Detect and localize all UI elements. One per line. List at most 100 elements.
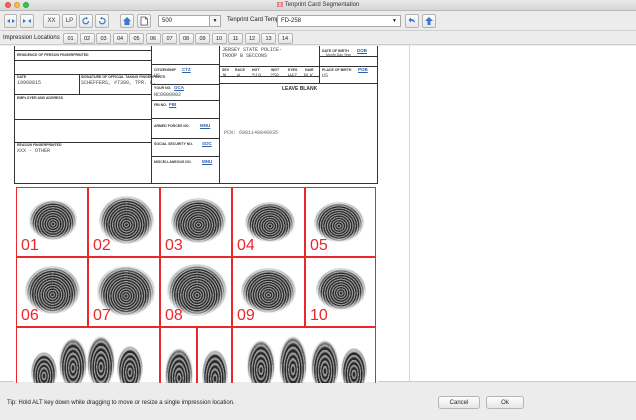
misc-label: MISCELLANEOUS NO. [154,160,192,164]
residence-label: RESIDENCE OF PERSON FINGERPRINTED [17,53,89,57]
impression-locations-label: Impression Locations [3,35,60,41]
zoom-out-button[interactable] [4,14,17,28]
agency-line-2: TROOP B SECCONS [222,53,268,59]
hgt-header: HGT [252,68,260,72]
eyes-value: HAZ [288,73,298,79]
location-button-14[interactable]: 14 [277,33,293,44]
leave-blank-label: LEAVE BLANK [282,86,318,92]
date-label: DATE [17,75,27,79]
location-button-10[interactable]: 10 [211,33,227,44]
pcn-number: PCN: 6081140840035 [224,130,279,136]
location-button-03[interactable]: 03 [96,33,111,44]
dob-code: DOB [357,48,367,53]
location-button-07[interactable]: 07 [162,33,177,44]
pob-code: POB [358,67,368,72]
card-viewport[interactable]: RESIDENCE OF PERSON FINGERPRINTED DATE 1… [0,46,636,416]
fbi-label: FBI NO. [154,103,167,107]
impression-box-05[interactable]: 05 [305,187,376,257]
impression-box-10[interactable]: 10 [305,257,376,327]
eyes-header: EYES [288,68,298,72]
rotate-right-icon [98,16,106,25]
xx-button[interactable]: XX [43,14,60,28]
zoom-in-button[interactable] [20,14,34,28]
lp-button[interactable]: LP [62,14,77,28]
location-button-09[interactable]: 09 [195,33,210,44]
impression-label: 08 [165,307,183,324]
your-no-label: YOUR NO. [154,86,172,90]
location-button-08[interactable]: 08 [178,33,194,44]
armed-forces-code: MNU [200,123,211,128]
impression-locations-bar: Impression Locations 01 02 03 04 05 06 07 08 09 1… [0,32,636,45]
cancel-button[interactable]: Cancel [438,396,480,409]
location-button-04[interactable]: 04 [112,33,128,44]
fbi-code: FBI [169,102,177,107]
ok-button[interactable]: Ok [486,396,524,409]
your-no-code: OCA [174,85,184,90]
citizenship-value: US [154,73,161,79]
your-no-value: NC0000002 [154,92,182,98]
impression-label: 03 [165,237,183,254]
impression-box-02[interactable]: 02 [88,187,160,257]
fingerprint-image [316,268,366,310]
location-button-11[interactable]: 11 [228,33,243,44]
reason-label: REASON FINGERPRINTED [17,143,62,147]
sex-header: SEX [222,68,230,72]
impression-label: 09 [237,307,255,324]
card-form-area: RESIDENCE OF PERSON FINGERPRINTED DATE 1… [14,46,378,186]
rotate-left-button[interactable] [79,14,93,28]
hair-value: BLK [304,73,314,79]
impression-label: 06 [21,307,39,324]
location-button-06[interactable]: 06 [145,33,161,44]
window-title: Tenprint Card Segmentation [0,2,636,8]
page-button[interactable] [137,14,151,28]
impression-box-06[interactable]: 06 [16,257,88,327]
tenprint-card-image: RESIDENCE OF PERSON FINGERPRINTED DATE 1… [14,46,378,416]
location-button-05[interactable]: 05 [129,33,144,44]
rotate-left-icon [82,16,90,25]
impression-label: 04 [237,237,255,254]
citizenship-code: CTZ [182,67,191,72]
chevron-down-icon: ▼ [212,18,218,24]
template-select[interactable]: FD-258 ▼ [277,15,401,27]
undo-button[interactable] [405,14,419,28]
undo-icon [408,17,415,23]
fingerprint-image [59,338,87,388]
signature-label: SIGNATURE OF OFFICIAL TAKING FINGERPRINT… [81,75,166,79]
impression-box-09[interactable]: 09 [232,257,305,327]
impression-label: 02 [93,237,111,254]
location-button-01[interactable]: 01 [63,33,78,44]
reason-value: XXX - OTHER [17,148,51,154]
dob-sublabel: Month Day Year [326,53,351,57]
hgt-value: 510 [252,73,262,79]
page-number-input[interactable]: 500 [158,15,210,27]
impression-box-01[interactable]: 01 [16,187,88,257]
location-button-02[interactable]: 02 [79,33,95,44]
expand-arrows-icon [23,19,31,23]
location-button-13[interactable]: 13 [261,33,276,44]
race-value: W [237,73,241,79]
document-icon [140,16,148,26]
wgt-value: 250 [270,73,280,79]
employer-label: EMPLOYER AND ADDRESS [17,96,64,100]
ssn-label: SOCIAL SECURITY NO. [154,142,193,146]
chevron-down-icon: ▼ [392,18,397,24]
impression-box-08[interactable]: 08 [160,257,232,327]
toolbar: XX LP 500 ▼ Tenprint Card Template FD-25… [0,11,636,31]
upload-button[interactable] [422,14,436,28]
signature-value: SCHEFFERS, #7380, TPR. L. [81,80,157,86]
impression-box-03[interactable]: 03 [160,187,232,257]
home-button[interactable] [120,14,134,28]
impression-label: 07 [93,307,111,324]
location-button-12[interactable]: 12 [244,33,260,44]
rotate-right-button[interactable] [95,14,109,28]
page-number-dropdown[interactable]: ▼ [210,15,221,27]
impression-box-04[interactable]: 04 [232,187,305,257]
impression-box-07[interactable]: 07 [88,257,160,327]
impression-grid: 0102030405060708091014121113 [14,186,378,416]
up-arrow-icon [425,17,433,25]
pob-value: US [322,73,329,79]
shrink-arrows-icon [6,19,15,23]
citizenship-label: CITIZENSHIP [154,68,176,72]
impression-label: 10 [310,307,328,324]
hair-header: HAIR [305,68,314,72]
